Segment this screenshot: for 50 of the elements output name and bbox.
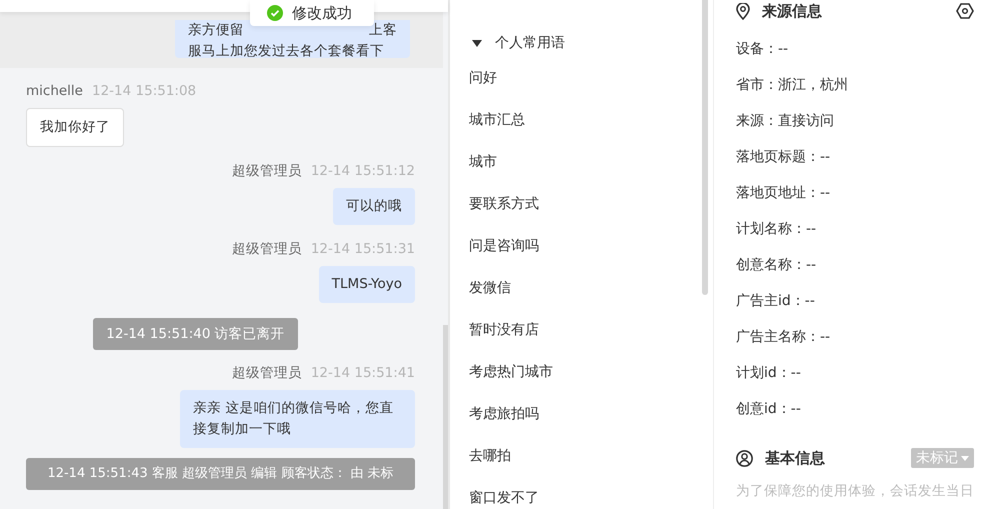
phrase-category[interactable]: 个人常用语 (469, 34, 565, 52)
caret-icon (472, 40, 482, 46)
info-field: 计划名称：-- (736, 218, 974, 254)
phrase-item[interactable]: 要联系方式 (469, 190, 539, 232)
info-field: 广告主名称：-- (736, 326, 974, 362)
info-field: 创意id：-- (736, 398, 974, 434)
info-field: 设备：-- (736, 38, 974, 74)
phrase-item[interactable]: 暂时没有店 (469, 316, 539, 358)
info-field: 广告主id：-- (736, 290, 974, 326)
phrase-item[interactable]: 问好 (469, 64, 497, 106)
scrollbar[interactable] (702, 0, 708, 295)
message-bubble: 亲方便留 上客 服马上加您发过去各个套餐看下 (175, 20, 410, 58)
phrase-item[interactable]: 窗口发不了 (469, 484, 539, 509)
notice-text: 为了保障您的使用体验，会话发生当日 (736, 482, 974, 500)
message-time: 12-14 15:51:31 (310, 240, 415, 258)
sender-name: michelle (26, 82, 83, 100)
info-field: 计划id：-- (736, 362, 974, 398)
section-title: 来源信息 (762, 2, 822, 20)
sender-name: 超级管理员 (232, 364, 302, 382)
message-bubble: 可以的哦 (333, 188, 415, 225)
system-notice: 12-14 15:51:40 访客已离开 (93, 318, 298, 350)
message-bubble: TLMS-Yoyo (318, 266, 415, 303)
phrase-item[interactable]: 去哪拍 (469, 442, 511, 484)
info-field: 落地页地址：-- (736, 182, 974, 218)
message-time: 12-14 15:51:12 (310, 162, 415, 180)
phrase-item[interactable]: 城市 (469, 148, 497, 190)
phrase-item[interactable]: 城市汇总 (469, 106, 525, 148)
info-field: 落地页标题：-- (736, 146, 974, 182)
caret-icon (961, 456, 969, 460)
location-pin-icon (736, 2, 750, 20)
message-bubble: 我加你好了 (26, 108, 124, 147)
info-field: 省市：浙江，杭州 (736, 74, 974, 110)
scrollbar[interactable] (443, 325, 448, 509)
message-bubble: 亲亲 这是咱们的微信号哈，您直接复制加一下哦 (180, 390, 415, 448)
sender-name: 超级管理员 (232, 240, 302, 258)
info-field: 来源：直接访问 (736, 110, 974, 146)
phrase-item[interactable]: 问是咨询吗 (469, 232, 539, 274)
info-field: 创意名称：-- (736, 254, 974, 290)
toast-text: 修改成功 (292, 4, 352, 22)
section-title: 基本信息 (765, 448, 825, 468)
phrase-item[interactable]: 考虑热门城市 (469, 358, 553, 400)
success-icon (267, 5, 283, 21)
sender-name: 超级管理员 (232, 162, 302, 180)
message-time: 12-14 15:51:08 (92, 82, 196, 100)
message-time: 12-14 15:51:41 (310, 364, 415, 382)
phrase-item[interactable]: 发微信 (469, 274, 511, 316)
settings-icon[interactable] (956, 3, 974, 19)
phrase-item[interactable]: 考虑旅拍吗 (469, 400, 539, 442)
system-notice: 12-14 15:51:43 客服 超级管理员 编辑 顾客状态： 由 未标 (26, 458, 415, 490)
user-icon (736, 450, 753, 466)
